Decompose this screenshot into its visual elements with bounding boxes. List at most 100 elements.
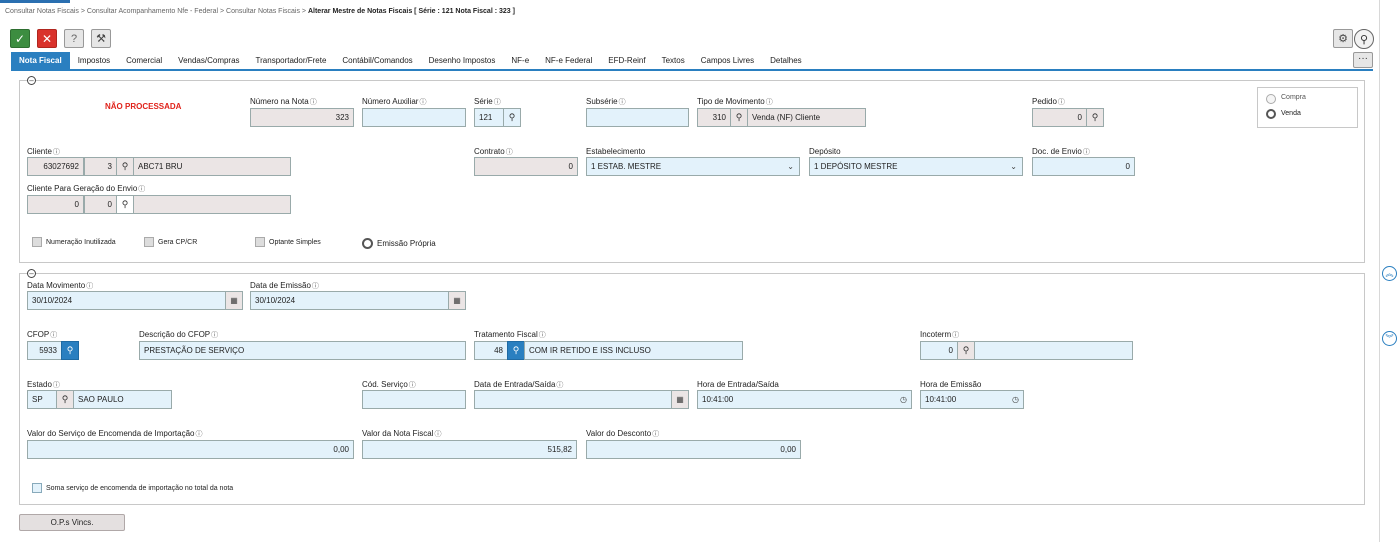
tab-transportador-frete[interactable]: Transportador/Frete bbox=[248, 52, 335, 69]
hora-entrada-saida-field[interactable]: 10:41:00 ◷ bbox=[697, 390, 912, 409]
cancel-button[interactable]: ✕ bbox=[37, 29, 57, 48]
breadcrumb-item[interactable]: Consultar Notas Fiscais bbox=[5, 8, 79, 15]
doc-envio-field[interactable]: 0 bbox=[1032, 157, 1135, 176]
collapse-section-1-icon[interactable]: – bbox=[27, 76, 36, 85]
serie-field[interactable]: 121 bbox=[474, 108, 504, 127]
data-movimento-field[interactable]: 30/10/2024 ▦ bbox=[27, 291, 243, 310]
scroll-up-icon[interactable]: ︽ bbox=[1382, 266, 1397, 281]
compra-label: Compra bbox=[1281, 94, 1306, 101]
tab-textos[interactable]: Textos bbox=[654, 52, 693, 69]
tab-impostos[interactable]: Impostos bbox=[70, 52, 118, 69]
valor-nota-field[interactable]: 515,82 bbox=[362, 440, 577, 459]
tab-nfe-federal[interactable]: NF-e Federal bbox=[537, 52, 600, 69]
subserie-field[interactable] bbox=[586, 108, 689, 127]
chevron-down-icon: ⌄ bbox=[1010, 162, 1017, 171]
info-icon: ⓘ bbox=[408, 382, 416, 389]
cliente-envio-code-field[interactable]: 0 bbox=[27, 195, 84, 214]
estado-search-button[interactable]: ⚲ bbox=[56, 390, 74, 409]
incoterm-desc-field bbox=[974, 341, 1133, 360]
ops-vincs-button[interactable]: O.P.s Vincs. bbox=[19, 514, 125, 531]
data-emissao-label: Data de Emissãoⓘ bbox=[250, 281, 319, 290]
calendar-icon[interactable]: ▦ bbox=[671, 391, 688, 408]
contrato-field[interactable]: 0 bbox=[474, 157, 578, 176]
info-icon: ⓘ bbox=[618, 99, 626, 106]
numero-nota-label: Número na Notaⓘ bbox=[250, 97, 317, 106]
breadcrumb-item[interactable]: Consultar Acompanhamento Nfe - Federal bbox=[87, 8, 218, 15]
numero-nota-field[interactable]: 323 bbox=[250, 108, 354, 127]
soma-servico-label: Soma serviço de encomenda de importação … bbox=[46, 485, 234, 492]
info-icon: ⓘ bbox=[1082, 149, 1090, 156]
help-button[interactable]: ? bbox=[64, 29, 84, 48]
scroll-down-icon[interactable]: ︾ bbox=[1382, 331, 1397, 346]
deposito-select[interactable]: 1 DEPÓSITO MESTRE ⌄ bbox=[809, 157, 1023, 176]
tab-contabil-comandos[interactable]: Contábil/Comandos bbox=[334, 52, 420, 69]
incoterm-code-field[interactable]: 0 bbox=[920, 341, 958, 360]
tab-detalhes[interactable]: Detalhes bbox=[762, 52, 810, 69]
tab-efd-reinf[interactable]: EFD-Reinf bbox=[600, 52, 653, 69]
more-tabs-button[interactable]: ··· bbox=[1353, 52, 1373, 68]
breadcrumb-item[interactable]: Consultar Notas Fiscais bbox=[226, 8, 300, 15]
tipo-movimento-search-button[interactable]: ⚲ bbox=[730, 108, 748, 127]
cod-servico-field[interactable] bbox=[362, 390, 466, 409]
gera-cpcr-checkbox[interactable] bbox=[144, 237, 154, 247]
info-icon: ⓘ bbox=[309, 99, 317, 106]
info-icon: ⓘ bbox=[505, 149, 513, 156]
descricao-cfop-field[interactable]: PRESTAÇÃO DE SERVIÇO bbox=[139, 341, 466, 360]
info-icon: ⓘ bbox=[952, 332, 960, 339]
tab-vendas-compras[interactable]: Vendas/Compras bbox=[170, 52, 247, 69]
cliente-sub-field[interactable]: 3 bbox=[84, 157, 117, 176]
cliente-envio-search-button[interactable]: ⚲ bbox=[116, 195, 134, 214]
cfop-search-button[interactable]: ⚲ bbox=[61, 341, 79, 360]
collapse-section-2-icon[interactable]: – bbox=[27, 269, 36, 278]
search-icon: ⚲ bbox=[512, 345, 520, 355]
calendar-icon[interactable]: ▦ bbox=[448, 292, 465, 309]
calendar-icon[interactable]: ▦ bbox=[225, 292, 242, 309]
optante-simples-checkbox[interactable] bbox=[255, 237, 265, 247]
tab-nfe[interactable]: NF-e bbox=[503, 52, 537, 69]
tratamento-fiscal-search-button[interactable]: ⚲ bbox=[507, 341, 525, 360]
cliente-envio-label: Cliente Para Geração do Envioⓘ bbox=[27, 184, 146, 193]
hora-emissao-field[interactable]: 10:41:00 ◷ bbox=[920, 390, 1024, 409]
cliente-search-button[interactable]: ⚲ bbox=[116, 157, 134, 176]
tab-desenho-impostos[interactable]: Desenho Impostos bbox=[421, 52, 504, 69]
soma-servico-checkbox[interactable] bbox=[32, 483, 42, 493]
search-icon: ⚲ bbox=[735, 112, 743, 122]
numero-auxiliar-field[interactable] bbox=[362, 108, 466, 127]
incoterm-search-button[interactable]: ⚲ bbox=[957, 341, 975, 360]
cfop-label: CFOPⓘ bbox=[27, 330, 58, 339]
info-icon: ⓘ bbox=[765, 99, 773, 106]
cliente-envio-sub-field[interactable]: 0 bbox=[84, 195, 117, 214]
tab-comercial[interactable]: Comercial bbox=[118, 52, 170, 69]
pedido-search-button[interactable]: ⚲ bbox=[1086, 108, 1104, 127]
numeracao-inutilizada-checkbox[interactable] bbox=[32, 237, 42, 247]
data-entrada-saida-label: Data de Entrada/Saídaⓘ bbox=[474, 380, 564, 389]
confirm-button[interactable]: ✓ bbox=[10, 29, 30, 48]
valor-desconto-field[interactable]: 0,00 bbox=[586, 440, 801, 459]
breadcrumb-current: Alterar Mestre de Notas Fiscais [ Série … bbox=[307, 8, 515, 15]
serie-search-button[interactable]: ⚲ bbox=[503, 108, 521, 127]
cliente-code-field[interactable]: 63027692 bbox=[27, 157, 84, 176]
tab-campos-livres[interactable]: Campos Livres bbox=[693, 52, 762, 69]
info-icon: ⓘ bbox=[311, 283, 319, 290]
emissao-propria-toggle[interactable] bbox=[362, 238, 373, 249]
global-search-button[interactable]: ⚲ bbox=[1354, 29, 1374, 49]
data-emissao-field[interactable]: 30/10/2024 ▦ bbox=[250, 291, 466, 310]
search-icon: ⚲ bbox=[121, 199, 129, 209]
valor-servico-importacao-field[interactable]: 0,00 bbox=[27, 440, 354, 459]
settings-button[interactable]: ⚙ bbox=[1333, 29, 1353, 48]
cfop-field[interactable]: 5933 bbox=[27, 341, 62, 360]
info-icon: ⓘ bbox=[493, 99, 501, 106]
data-entrada-saida-field[interactable]: ▦ bbox=[474, 390, 689, 409]
estabelecimento-select[interactable]: 1 ESTAB. MESTRE ⌄ bbox=[586, 157, 800, 176]
search-icon: ⚲ bbox=[1091, 112, 1099, 122]
tipo-movimento-code-field[interactable]: 310 bbox=[697, 108, 731, 127]
venda-radio[interactable] bbox=[1266, 109, 1276, 119]
tools-button[interactable]: ⚒ bbox=[91, 29, 111, 48]
compra-radio[interactable] bbox=[1266, 94, 1276, 104]
scrollbar-track[interactable] bbox=[1379, 0, 1380, 542]
estado-code-field[interactable]: SP bbox=[27, 390, 57, 409]
tratamento-fiscal-code-field[interactable]: 48 bbox=[474, 341, 508, 360]
pedido-field[interactable]: 0 bbox=[1032, 108, 1087, 127]
ellipsis-icon: ··· bbox=[1358, 53, 1368, 64]
tab-nota-fiscal[interactable]: Nota Fiscal bbox=[11, 52, 70, 69]
